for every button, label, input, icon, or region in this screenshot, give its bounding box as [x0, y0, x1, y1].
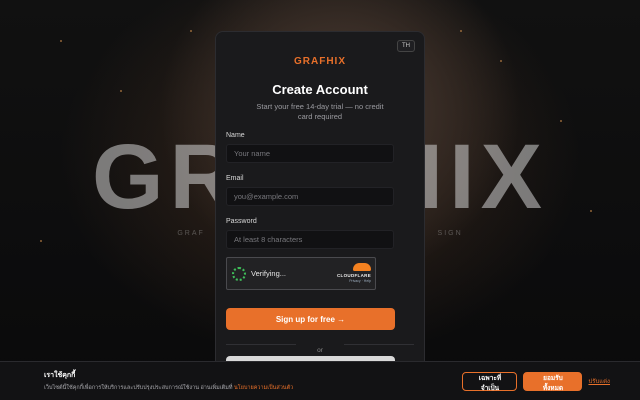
cloudflare-logo-text: CLOUDFLARE — [337, 273, 371, 278]
brand-logo: GRAFHIX — [294, 56, 346, 67]
privacy-policy-link[interactable]: นโยบายความเป็นส่วนตัว — [234, 385, 293, 391]
captcha-status: Verifying... — [251, 269, 287, 278]
email-field[interactable] — [226, 187, 394, 206]
password-field[interactable] — [226, 230, 394, 249]
or-divider: or — [226, 339, 414, 354]
signup-card: TH GRAFHIX Create Account Start your fre… — [215, 31, 425, 400]
cookie-banner: เราใช้คุกกี้ เว็บไซต์นี้ใช้คุกกี้เพื่อกา… — [0, 361, 640, 400]
divider-text: or — [317, 347, 323, 354]
cookie-body: เว็บไซต์นี้ใช้คุกกี้เพื่อการให้บริการและ… — [44, 384, 462, 392]
signup-button[interactable]: Sign up for free → — [226, 308, 395, 330]
captcha-widget[interactable]: Verifying... CLOUDFLARE Privacy · Help — [226, 257, 376, 290]
customize-cookies-link[interactable]: ปรับแต่ง — [588, 376, 610, 386]
page-subtitle: Start your free 14-day trial — no credit… — [256, 102, 384, 121]
loading-spinner-icon — [232, 266, 246, 281]
accept-all-button[interactable]: ยอมรับทั้งหมด — [523, 371, 583, 392]
essential-only-button[interactable]: เฉพาะที่จำเป็น — [462, 371, 518, 392]
name-field[interactable] — [226, 144, 394, 163]
password-label: Password — [226, 218, 257, 225]
cloudflare-branding: CLOUDFLARE Privacy · Help — [337, 263, 371, 283]
cloudflare-cloud-icon — [353, 263, 371, 271]
page-title: Create Account — [272, 82, 368, 97]
language-toggle-button[interactable]: TH — [397, 40, 415, 52]
cookie-body-text: เว็บไซต์นี้ใช้คุกกี้เพื่อการให้บริการและ… — [44, 385, 235, 391]
cookie-title: เราใช้คุกกี้ — [44, 372, 76, 379]
name-label: Name — [226, 132, 245, 139]
email-label: Email — [226, 175, 244, 182]
captcha-links[interactable]: Privacy · Help — [337, 279, 371, 283]
cookie-text: เราใช้คุกกี้ เว็บไซต์นี้ใช้คุกกี้เพื่อกา… — [44, 370, 462, 392]
